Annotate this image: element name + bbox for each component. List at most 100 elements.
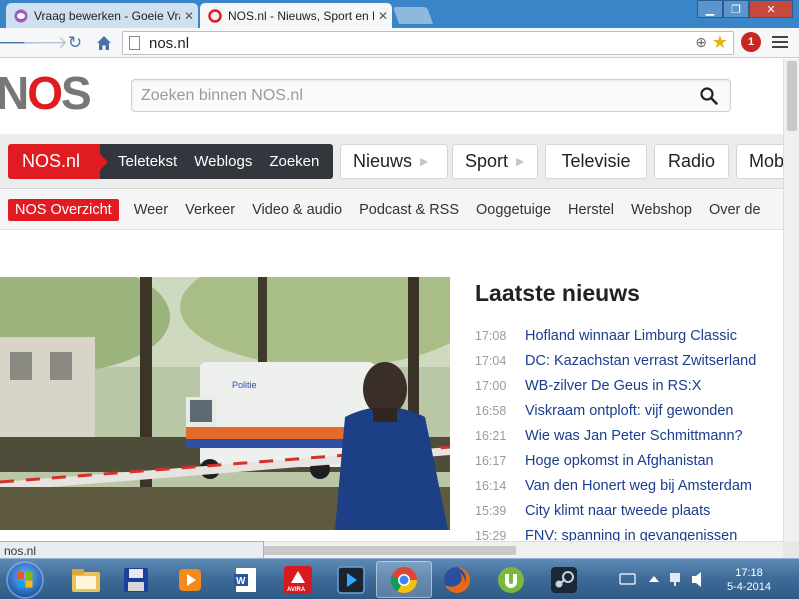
- window-controls: ▁ ❐ ✕: [697, 0, 793, 18]
- restore-icon[interactable]: ❐: [723, 0, 749, 18]
- clock-time: 17:18: [735, 567, 763, 579]
- new-tab-button[interactable]: [392, 7, 434, 24]
- clock-date: 5-4-2014: [726, 581, 772, 593]
- windows-start-button[interactable]: [6, 561, 44, 599]
- news-headline-link[interactable]: Wie was Jan Peter Schmittmann?: [525, 428, 743, 444]
- volume-icon[interactable]: [692, 572, 701, 587]
- browser-tab-nos[interactable]: NOS.nl - Nieuws, Sport en Evenementen ✕: [200, 3, 392, 28]
- extension-badge: 1: [747, 36, 755, 48]
- news-time: 17:04: [475, 354, 507, 368]
- steam-icon[interactable]: [536, 561, 592, 598]
- main-navigation: NOS.nl Teletekst Weblogs Zoeken Nieuws ▶ …: [0, 134, 783, 189]
- zoom-icon[interactable]: ⊕: [695, 34, 707, 51]
- tab-title: NOS.nl - Nieuws, Sport en Evenementen: [228, 8, 374, 23]
- subnav-video-audio[interactable]: Video & audio: [252, 202, 342, 218]
- windows-taskbar: W AVIRA 17:18 5-4-2014: [0, 558, 799, 599]
- reload-icon[interactable]: ↻: [64, 32, 86, 54]
- subnav-ooggetuige[interactable]: Ooggetuige: [476, 202, 551, 218]
- menu-icon[interactable]: [772, 34, 788, 50]
- brand-group: NOS.nl Teletekst Weblogs Zoeken: [8, 144, 334, 179]
- news-item[interactable]: 15:29 FNV: spanning in gevangenissen: [475, 528, 783, 541]
- news-headline-link[interactable]: Viskraam ontploft: vijf gewonden: [525, 403, 734, 419]
- news-item[interactable]: 17:00 WB-zilver De Geus in RS:X: [475, 378, 783, 403]
- channel-nieuws[interactable]: Nieuws ▶: [340, 144, 448, 179]
- extension-icon[interactable]: 1: [741, 32, 761, 52]
- teletekst-link[interactable]: Teletekst: [118, 153, 177, 170]
- windows-logo-icon: [17, 572, 33, 588]
- news-time: 16:14: [475, 479, 507, 493]
- opera-favicon-icon: [208, 8, 222, 23]
- sub-navigation: NOS Overzicht Weer Verkeer Video & audio…: [0, 190, 783, 230]
- news-headline-link[interactable]: Hoge opkomst in Afghanistan: [525, 453, 714, 469]
- news-time: 15:29: [475, 529, 507, 541]
- news-headline-link[interactable]: WB-zilver De Geus in RS:X: [525, 378, 701, 394]
- weblogs-link[interactable]: Weblogs: [194, 153, 252, 170]
- video-player-icon[interactable]: [323, 561, 379, 598]
- word-icon[interactable]: W: [218, 561, 274, 598]
- browser-toolbar: 🡐 🡒 ↻ nos.nl ⊕ ★ 1: [0, 28, 799, 58]
- chrome-icon[interactable]: [376, 561, 432, 598]
- news-item[interactable]: 16:58 Viskraam ontploft: vijf gewonden: [475, 403, 783, 428]
- forward-arrow-icon[interactable]: 🡒: [22, 32, 68, 54]
- bookmark-star-icon[interactable]: ★: [712, 32, 728, 53]
- tab-close-icon[interactable]: ✕: [374, 9, 392, 23]
- scrollbar-corner: [783, 541, 799, 558]
- news-headline-link[interactable]: Van den Honert weg bij Amsterdam: [525, 478, 752, 494]
- subnav-herstel[interactable]: Herstel: [568, 202, 614, 218]
- news-headline-link[interactable]: DC: Kazachstan verrast Zwitserland: [525, 353, 756, 369]
- minimize-icon[interactable]: ▁: [697, 0, 723, 18]
- browser-tab-strip: Vraag bewerken - Goeie Vraag ✕ NOS.nl - …: [0, 0, 799, 28]
- subnav-podcast-rss[interactable]: Podcast & RSS: [359, 202, 459, 218]
- news-time: 16:17: [475, 454, 507, 468]
- search-input[interactable]: [141, 86, 681, 106]
- news-item[interactable]: 16:14 Van den Honert weg bij Amsterdam: [475, 478, 783, 503]
- avira-icon[interactable]: AVIRA: [270, 561, 326, 598]
- nos-logo[interactable]: NOS: [0, 70, 92, 116]
- news-time: 17:00: [475, 379, 507, 393]
- site-search: [131, 79, 731, 112]
- utorrent-icon[interactable]: [483, 561, 539, 598]
- subnav-webshop[interactable]: Webshop: [631, 202, 692, 218]
- tab-close-icon[interactable]: ✕: [180, 9, 198, 23]
- close-window-icon[interactable]: ✕: [749, 0, 793, 18]
- media-player-icon[interactable]: [162, 561, 218, 598]
- news-headline-link[interactable]: City klimt naar tweede plaats: [525, 503, 710, 519]
- home-icon[interactable]: [93, 32, 115, 54]
- scrollbar-thumb[interactable]: [787, 61, 797, 131]
- floppy-icon[interactable]: [108, 561, 164, 598]
- network-icon[interactable]: [670, 573, 680, 586]
- firefox-icon[interactable]: [429, 561, 485, 598]
- subnav-over-de[interactable]: Over de: [709, 202, 761, 218]
- address-url: nos.nl: [149, 35, 190, 52]
- brand-nosnl-button[interactable]: NOS.nl: [8, 144, 109, 179]
- channel-mobiel[interactable]: Mob: [736, 144, 783, 179]
- news-headline-link[interactable]: FNV: spanning in gevangenissen: [525, 528, 737, 541]
- news-item[interactable]: 17:08 Hofland winnaar Limburg Classic: [475, 328, 783, 353]
- tab-title: Vraag bewerken - Goeie Vraag: [34, 8, 180, 23]
- news-item[interactable]: 15:39 City klimt naar tweede plaats: [475, 503, 783, 528]
- channel-radio[interactable]: Radio: [654, 144, 729, 179]
- hero-news-photo[interactable]: Politie: [0, 277, 450, 530]
- news-time: 15:39: [475, 504, 507, 518]
- address-bar[interactable]: nos.nl ⊕ ★: [122, 31, 734, 55]
- folder-icon[interactable]: [58, 561, 114, 598]
- subnav-verkeer[interactable]: Verkeer: [185, 202, 235, 218]
- show-hidden-icons-icon[interactable]: [649, 576, 659, 582]
- subnav-nos-overzicht[interactable]: NOS Overzicht: [8, 198, 119, 221]
- vertical-scrollbar[interactable]: [783, 59, 799, 541]
- zoeken-link[interactable]: Zoeken: [269, 153, 319, 170]
- latest-news-panel: Laatste nieuws 17:08 Hofland winnaar Limb…: [475, 277, 783, 541]
- channel-sport[interactable]: Sport ▶: [452, 144, 538, 179]
- channel-televisie[interactable]: Televisie: [545, 144, 647, 179]
- search-icon[interactable]: [700, 87, 718, 105]
- taskbar-clock[interactable]: 17:18 5-4-2014: [716, 566, 782, 594]
- subnav-weer[interactable]: Weer: [134, 202, 168, 218]
- news-item[interactable]: 16:17 Hoge opkomst in Afghanistan: [475, 453, 783, 478]
- news-item[interactable]: 16:21 Wie was Jan Peter Schmittmann?: [475, 428, 783, 453]
- page-icon: [129, 36, 140, 50]
- news-headline-link[interactable]: Hofland winnaar Limburg Classic: [525, 328, 737, 344]
- keyboard-icon[interactable]: [619, 573, 636, 585]
- browser-tab-goeievraag[interactable]: Vraag bewerken - Goeie Vraag ✕: [6, 3, 198, 28]
- site-header: NOS: [0, 59, 783, 134]
- news-item[interactable]: 17:04 DC: Kazachstan verrast Zwitserland: [475, 353, 783, 378]
